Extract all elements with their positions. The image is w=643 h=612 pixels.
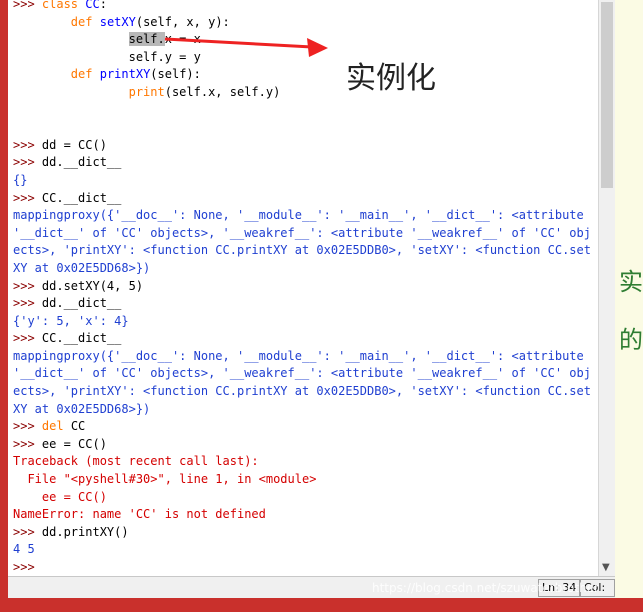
code-line: mappingproxy({'__doc__': None, '__module… [13, 348, 584, 363]
code-line: >>> CC.__dict__ [13, 331, 122, 346]
background-document-edge [615, 0, 643, 611]
annotation-label: 实例化 [346, 61, 436, 96]
code-line: >>> dd.setXY(4, 5) [13, 278, 144, 293]
code-line: print(self.x, self.y) [128, 84, 281, 99]
code-line: self.x = x [128, 32, 201, 47]
scrollbar-thumb[interactable] [601, 2, 613, 188]
code-line: Traceback (most recent call last): [13, 454, 259, 469]
code-line: >>> class CC: [13, 0, 107, 11]
background-char: 实 [619, 268, 643, 296]
python-shell-editor[interactable]: >>> class CC: def setXY(self, x, y): sel… [8, 0, 598, 576]
code-line: mappingproxy({'__doc__': None, '__module… [13, 208, 584, 223]
code-line: def printXY(self): [70, 67, 201, 82]
code-line: XY at 0x02E5DD68>}) [13, 260, 151, 275]
code-line: >>> dd.__dict__ [13, 155, 122, 170]
code-line: >>> del CC [13, 419, 86, 434]
code-line: >>> ee = CC() [13, 436, 107, 451]
window-frame-left [0, 0, 8, 611]
code-line: >>> [13, 560, 42, 574]
code-line: {'y': 5, 'x': 4} [13, 313, 129, 328]
window-frame-bottom [0, 598, 643, 611]
background-char: 的 [619, 326, 643, 354]
code-line: ects>, 'printXY': <function CC.printXY a… [13, 384, 591, 399]
code-line: >>> dd = CC() [13, 137, 107, 152]
vertical-scrollbar[interactable]: ▼ [598, 0, 616, 576]
code-line: File "<pyshell#30>", line 1, in <module> [13, 472, 317, 487]
code-line: '__dict__' of 'CC' objects>, '__weakref_… [13, 366, 591, 381]
code-line: >>> dd.__dict__ [13, 296, 122, 311]
code-line: def setXY(self, x, y): [70, 14, 230, 29]
code-line: 4 5 [13, 542, 35, 557]
code-line: '__dict__' of 'CC' objects>, '__weakref_… [13, 225, 591, 240]
code-line: ects>, 'printXY': <function CC.printXY a… [13, 243, 591, 258]
shell-text: >>> class CC: def setXY(self, x, y): sel… [13, 0, 591, 576]
code-line: self.y = y [13, 49, 201, 64]
scroll-down-icon[interactable]: ▼ [602, 562, 610, 573]
code-line: ee = CC() [13, 489, 107, 504]
code-line: NameError: name 'CC' is not defined [13, 507, 266, 522]
code-line: {} [13, 172, 28, 187]
code-line: XY at 0x02E5DD68>}) [13, 401, 151, 416]
code-line: >>> dd.printXY() [13, 524, 129, 539]
code-line: >>> CC.__dict__ [13, 190, 122, 205]
watermark-text: https://blog.csdn.net/szuwaterbrother [372, 581, 599, 595]
